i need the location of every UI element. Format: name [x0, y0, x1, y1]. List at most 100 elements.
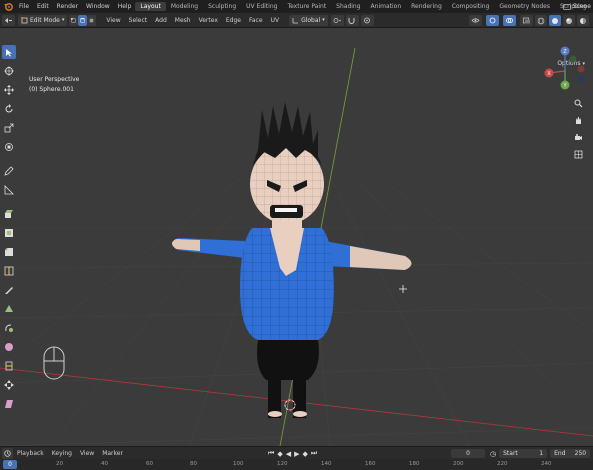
- transform-orientation-dropdown[interactable]: Global ▾: [289, 14, 328, 26]
- play-reverse-icon[interactable]: ◀: [286, 450, 291, 458]
- tab-rendering[interactable]: Rendering: [406, 2, 447, 11]
- visibility-button[interactable]: [469, 15, 482, 26]
- editor-type-button[interactable]: [2, 14, 15, 26]
- spin-tool[interactable]: [2, 321, 16, 335]
- header-menu-select[interactable]: Select: [125, 17, 152, 24]
- loop-cut-tool[interactable]: [2, 264, 16, 278]
- blender-logo-icon[interactable]: [3, 2, 13, 12]
- camera-view-button[interactable]: [572, 131, 585, 144]
- move-tool[interactable]: [2, 83, 16, 97]
- header-menu-mesh[interactable]: Mesh: [171, 17, 195, 24]
- jump-end-icon[interactable]: ⏭: [311, 449, 317, 458]
- timeline-ruler[interactable]: 0 20 40 60 80 100 120 140 160 180 200 22…: [0, 459, 593, 470]
- shading-material-button[interactable]: [563, 15, 575, 26]
- overlays-toggle-button[interactable]: [503, 15, 516, 26]
- 3d-viewport[interactable]: User Perspective (0) Sphere.001 Options …: [0, 28, 593, 446]
- scale-icon: [4, 123, 14, 133]
- end-frame-field[interactable]: End 250: [550, 449, 591, 458]
- menu-edit[interactable]: Edit: [33, 3, 53, 10]
- timeline-menu-keying[interactable]: Keying: [48, 450, 76, 457]
- tick-label: 180: [409, 461, 420, 467]
- playhead[interactable]: 0: [3, 460, 17, 469]
- face-select-button[interactable]: [87, 14, 97, 26]
- shrink-fatten-tool[interactable]: [2, 378, 16, 392]
- tab-shading[interactable]: Shading: [331, 2, 365, 11]
- knife-tool[interactable]: [2, 283, 16, 297]
- material-sphere-icon: [566, 17, 572, 24]
- poly-build-icon: [5, 305, 13, 312]
- shading-solid-button[interactable]: [549, 15, 561, 26]
- tick-label: 240: [541, 461, 552, 467]
- prev-keyframe-icon[interactable]: ◆: [277, 450, 282, 458]
- measure-tool[interactable]: [2, 183, 16, 197]
- bevel-icon: [5, 248, 13, 256]
- header-menu-add[interactable]: Add: [151, 17, 171, 24]
- tab-compositing[interactable]: Compositing: [447, 2, 495, 11]
- edge-slide-tool[interactable]: [2, 359, 16, 373]
- shear-tool[interactable]: [2, 397, 16, 411]
- chevron-down-icon: ▾: [61, 17, 65, 23]
- timeline-menu-marker[interactable]: Marker: [98, 450, 127, 457]
- magnifier-icon: [574, 99, 583, 108]
- tab-sculpting[interactable]: Sculpting: [203, 2, 241, 11]
- viewport-header: Edit Mode ▾ View Select Add Mesh Vertex …: [0, 13, 593, 28]
- timeline-menu-view[interactable]: View: [76, 450, 98, 457]
- zoom-button[interactable]: [572, 97, 585, 110]
- start-frame-field[interactable]: Start 1: [499, 449, 548, 458]
- play-icon[interactable]: ▶: [294, 450, 299, 458]
- menu-file[interactable]: File: [15, 3, 33, 10]
- tab-modeling[interactable]: Modeling: [166, 2, 203, 11]
- current-frame-field[interactable]: 0: [451, 449, 485, 458]
- header-menu-edge[interactable]: Edge: [222, 17, 245, 24]
- smooth-tool[interactable]: [2, 340, 16, 354]
- timeline-header: Playback Keying View Marker ⏮ ◆ ◀ ▶ ◆ ⏭ …: [0, 446, 593, 459]
- gizmo-toggle-button[interactable]: [486, 15, 499, 26]
- start-frame-value: 1: [539, 450, 544, 457]
- perspective-toggle-button[interactable]: [572, 148, 585, 161]
- tab-uv-editing[interactable]: UV Editing: [241, 2, 282, 11]
- header-menu-uv[interactable]: UV: [267, 17, 284, 24]
- shading-rendered-button[interactable]: [577, 15, 589, 26]
- navigation-gizmo[interactable]: Z X Y: [541, 45, 589, 93]
- annotate-tool[interactable]: [2, 164, 16, 178]
- edge-select-button[interactable]: [78, 14, 88, 26]
- tick-label: 220: [497, 461, 508, 467]
- pivot-point-button[interactable]: [330, 14, 344, 26]
- snap-button[interactable]: [345, 14, 359, 26]
- menu-window[interactable]: Window: [82, 3, 114, 10]
- timeline-menu-playback[interactable]: Playback: [13, 450, 48, 457]
- menu-render[interactable]: Render: [53, 3, 82, 10]
- proportional-edit-button[interactable]: [360, 14, 374, 26]
- pan-button[interactable]: [572, 114, 585, 127]
- viewport-scene: [0, 47, 593, 446]
- cursor-tool[interactable]: [2, 64, 16, 78]
- rotate-tool[interactable]: [2, 102, 16, 116]
- scene-selector[interactable]: Scene: [562, 0, 593, 13]
- extrude-tool[interactable]: [2, 207, 16, 221]
- ruler-icon: [4, 185, 14, 195]
- header-menu-face[interactable]: Face: [245, 17, 267, 24]
- mode-dropdown[interactable]: Edit Mode ▾: [18, 14, 68, 26]
- tab-layout[interactable]: Layout: [135, 2, 166, 11]
- vertex-select-button[interactable]: [69, 14, 79, 26]
- next-keyframe-icon[interactable]: ◆: [302, 450, 307, 458]
- tab-geometry-nodes[interactable]: Geometry Nodes: [494, 2, 555, 11]
- scale-tool[interactable]: [2, 121, 16, 135]
- inset-tool[interactable]: [2, 226, 16, 240]
- transform-tool[interactable]: [2, 140, 16, 154]
- menu-help[interactable]: Help: [114, 3, 136, 10]
- character-model[interactable]: [172, 102, 412, 418]
- header-menu-view[interactable]: View: [102, 17, 124, 24]
- xray-toggle-button[interactable]: [520, 15, 533, 26]
- bevel-tool[interactable]: [2, 245, 16, 259]
- tab-animation[interactable]: Animation: [366, 2, 407, 11]
- timeline-editor-type-button[interactable]: [2, 447, 13, 459]
- shading-wireframe-button[interactable]: [535, 15, 547, 26]
- solid-sphere-icon: [552, 17, 558, 24]
- tab-texture-paint[interactable]: Texture Paint: [282, 2, 331, 11]
- header-menu-vertex[interactable]: Vertex: [195, 17, 222, 24]
- gizmo-icon: [489, 17, 496, 24]
- select-box-tool[interactable]: [2, 45, 16, 59]
- jump-start-icon[interactable]: ⏮: [268, 449, 274, 458]
- poly-build-tool[interactable]: [2, 302, 16, 316]
